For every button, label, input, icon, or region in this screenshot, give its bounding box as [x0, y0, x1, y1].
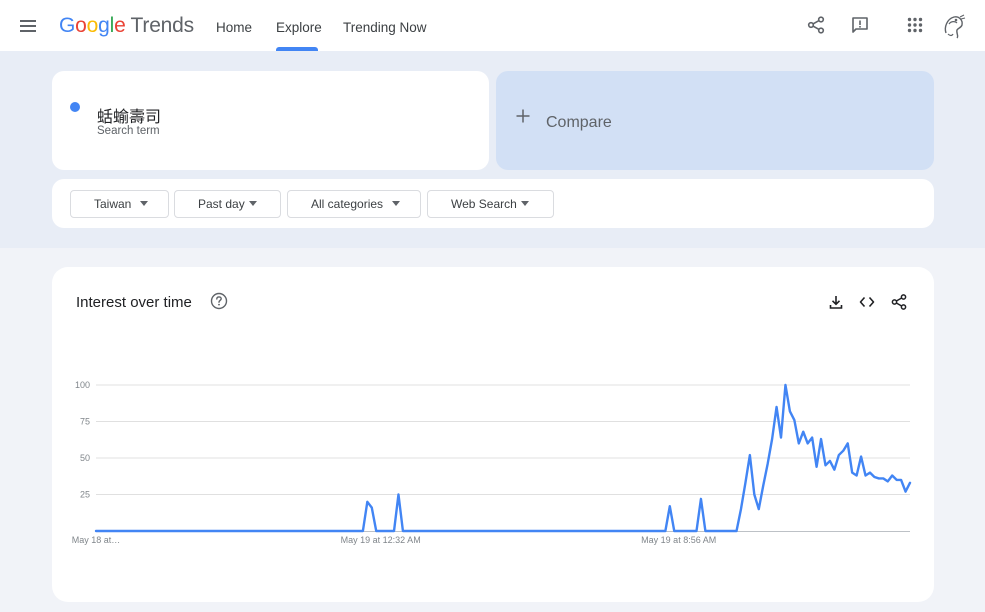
- nav-home-label: Home: [216, 20, 253, 35]
- search-term-text[interactable]: 蛞蝓壽司: [97, 103, 161, 127]
- apps-grid-icon[interactable]: [905, 15, 925, 35]
- logo-letter: g: [98, 14, 110, 37]
- search-type-label: Web Search: [451, 197, 517, 211]
- category-label: All categories: [311, 197, 384, 211]
- google-trends-logo[interactable]: Google Trends: [59, 14, 194, 38]
- nav-explore[interactable]: Explore: [276, 0, 322, 51]
- nav-trending-now[interactable]: Trending Now: [343, 0, 427, 51]
- x-tick-label: May 19 at 12:32 AM: [341, 535, 421, 545]
- time-range-dropdown[interactable]: Past day: [174, 190, 281, 218]
- x-tick-label: May 19 at 8:56 AM: [641, 535, 716, 545]
- share-icon[interactable]: [806, 15, 826, 35]
- interest-over-time-card: Interest over time 25 50 75 100 May 18 at… Ma…: [52, 267, 934, 602]
- menu-icon[interactable]: [18, 16, 38, 36]
- search-term-subtitle: Search term: [97, 125, 160, 137]
- term-color-dot: [70, 102, 80, 112]
- region-dropdown[interactable]: Taiwan: [70, 190, 169, 218]
- compare-button[interactable]: Compare: [496, 71, 934, 170]
- chevron-down-icon: [392, 201, 400, 206]
- filter-bar: Taiwan Past day All categories Web Searc…: [52, 179, 934, 228]
- active-tab-indicator: [276, 47, 318, 51]
- logo-trends-text: Trends: [130, 14, 195, 37]
- x-tick-label: May 18 at…: [72, 535, 121, 545]
- top-bar: Google Trends Home Explore Trending Now: [0, 0, 985, 51]
- compare-label: Compare: [546, 114, 612, 131]
- y-tick-label: 50: [80, 453, 90, 463]
- chevron-down-icon: [140, 201, 148, 206]
- logo-letter: o: [75, 14, 87, 37]
- chevron-down-icon: [521, 201, 529, 206]
- region-label: Taiwan: [94, 197, 132, 211]
- category-dropdown[interactable]: All categories: [287, 190, 421, 218]
- feedback-icon[interactable]: [850, 15, 870, 35]
- plus-icon: [516, 109, 530, 123]
- interest-line-chart[interactable]: 25 50 75 100 May 18 at… May 19 at 12:32 AM May…: [52, 267, 934, 602]
- logo-letter: o: [86, 14, 99, 37]
- nav-trending-label: Trending Now: [343, 20, 427, 35]
- time-range-label: Past day: [198, 197, 245, 211]
- account-avatar[interactable]: [940, 12, 968, 40]
- chevron-down-icon: [249, 201, 257, 206]
- y-tick-label: 25: [80, 490, 90, 500]
- nav-home[interactable]: Home: [216, 0, 252, 51]
- search-term-card[interactable]: 蛞蝓壽司 Search term: [52, 71, 489, 170]
- search-type-dropdown[interactable]: Web Search: [427, 190, 554, 218]
- logo-letter: G: [59, 14, 76, 37]
- nav-explore-label: Explore: [276, 20, 322, 35]
- y-tick-label: 75: [80, 417, 90, 427]
- logo-letter: e: [114, 14, 126, 37]
- y-tick-label: 100: [75, 380, 90, 390]
